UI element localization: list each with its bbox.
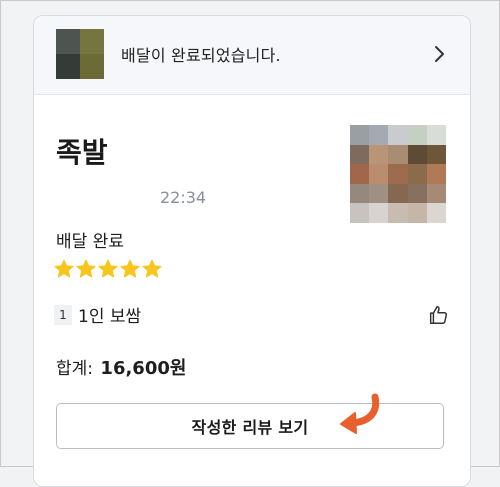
thumbnail-pixel <box>56 29 80 54</box>
restaurant-name: 족발 <box>56 136 108 169</box>
food-image-pixel <box>388 164 408 184</box>
curved-arrow-icon <box>340 393 380 434</box>
food-image-pixel <box>407 125 427 145</box>
view-my-review-button[interactable]: 작성한 리뷰 보기 <box>56 403 444 449</box>
order-total: 합계: 16,600원 <box>56 354 186 380</box>
food-image-pixel <box>388 125 408 145</box>
food-image-pixel <box>350 203 370 223</box>
food-image-pixel <box>407 144 427 165</box>
view-my-review-label: 작성한 리뷰 보기 <box>191 418 309 437</box>
food-image-pixel <box>407 183 427 204</box>
rating-stars <box>54 259 162 279</box>
food-image-pixel <box>350 164 370 184</box>
thumbs-up-icon[interactable] <box>427 304 449 326</box>
food-image-pixel <box>426 203 446 223</box>
banner-message: 배달이 완료되었습니다. <box>121 46 281 65</box>
food-image-pixel <box>407 164 427 184</box>
thumbnail-pixel <box>56 54 80 79</box>
food-image-pixel <box>369 203 389 223</box>
food-image-pixel <box>350 125 370 145</box>
star-icon <box>98 259 118 278</box>
food-image-pixel <box>369 164 389 184</box>
food-image-pixel <box>369 183 389 204</box>
item-name: 1인 보쌈 <box>78 307 142 327</box>
food-image-pixel <box>426 125 446 145</box>
food-image-pixel <box>407 203 427 223</box>
chevron-right-icon[interactable] <box>430 44 450 64</box>
food-image-pixel <box>426 164 446 184</box>
order-item: 1 1인 보쌈 <box>54 302 141 327</box>
thumbnail-pixel <box>80 54 104 79</box>
delivery-complete-banner[interactable]: 배달이 완료되었습니다. <box>34 16 470 95</box>
order-card: 배달이 완료되었습니다. 족발 22:34 배달 완료 1 1인 보쌈 합계: … <box>33 15 471 487</box>
food-image-pixel <box>388 183 408 204</box>
app-frame: 배달이 완료되었습니다. 족발 22:34 배달 완료 1 1인 보쌈 합계: … <box>0 0 500 487</box>
delivery-status: 배달 완료 <box>56 232 124 252</box>
food-image-pixel <box>388 144 408 165</box>
star-icon <box>142 259 162 278</box>
total-amount: 16,600원 <box>100 358 187 379</box>
banner-thumbnail <box>56 29 104 79</box>
food-image-pixel <box>369 125 389 145</box>
thumbnail-pixel <box>80 29 104 54</box>
food-image-pixel <box>388 203 408 223</box>
star-icon <box>54 259 74 278</box>
food-image-pixel <box>426 183 446 204</box>
food-image-pixel <box>369 144 389 165</box>
item-quantity-badge: 1 <box>54 304 72 325</box>
food-image <box>350 125 446 223</box>
food-image-pixel <box>426 144 446 165</box>
star-icon <box>76 259 96 278</box>
food-image-pixel <box>350 144 370 165</box>
total-label: 합계: <box>56 359 94 379</box>
star-icon <box>120 259 140 278</box>
order-time: 22:34 <box>160 188 207 207</box>
food-image-pixel <box>350 183 370 204</box>
